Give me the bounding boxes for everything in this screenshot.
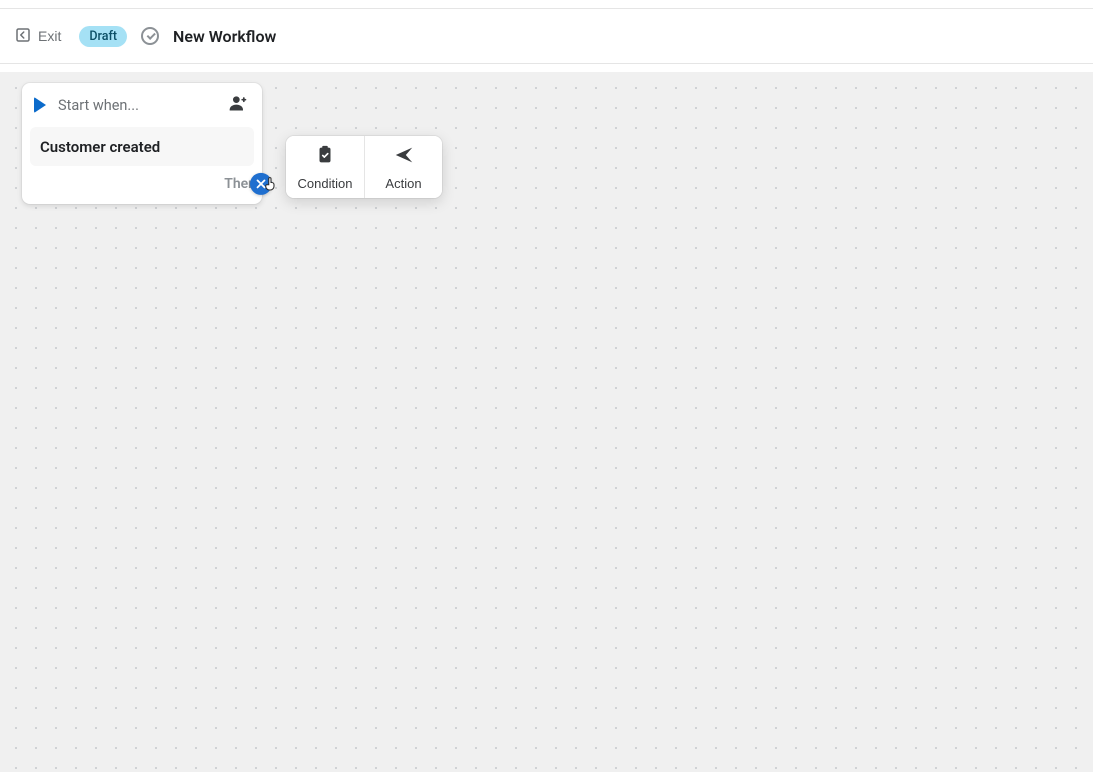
play-icon (34, 97, 46, 113)
trigger-body[interactable]: Customer created (30, 127, 254, 166)
exit-button[interactable]: Exit (10, 22, 65, 51)
add-step-popover: Condition Action (286, 136, 442, 198)
person-add-icon (228, 93, 248, 117)
trigger-header-label: Start when... (58, 97, 228, 114)
action-label: Action (385, 176, 421, 191)
trigger-card[interactable]: Start when... Customer created Then (22, 83, 262, 204)
send-icon (393, 144, 415, 169)
add-condition-button[interactable]: Condition (286, 136, 364, 198)
top-bar: Exit Draft New Workflow (0, 8, 1093, 64)
exit-label: Exit (38, 28, 61, 44)
condition-label: Condition (298, 176, 353, 191)
exit-icon (14, 26, 32, 47)
draft-badge: Draft (79, 26, 127, 47)
trigger-header: Start when... (22, 83, 262, 125)
close-add-step-button[interactable] (250, 173, 272, 195)
clipboard-check-icon (314, 144, 336, 169)
trigger-event-label: Customer created (40, 138, 160, 156)
workflow-title[interactable]: New Workflow (173, 27, 276, 46)
workflow-canvas[interactable]: Start when... Customer created Then (0, 72, 1093, 772)
trigger-footer: Then (22, 166, 262, 204)
check-circle-icon (141, 27, 159, 45)
add-action-button[interactable]: Action (364, 136, 442, 198)
close-icon (256, 176, 266, 191)
